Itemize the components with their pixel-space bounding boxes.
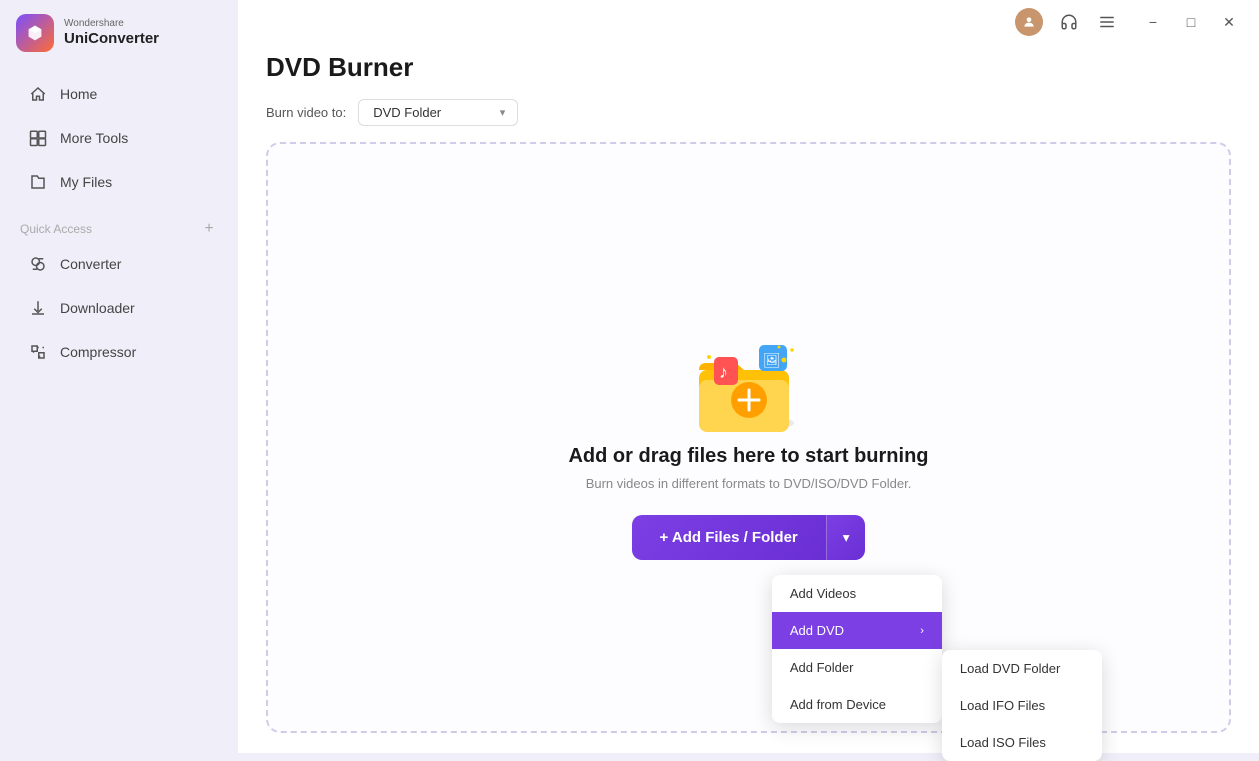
drop-zone-subtext: Burn videos in different formats to DVD/…	[586, 476, 912, 491]
page-title: DVD Burner	[266, 52, 1231, 83]
sidebar-item-my-files[interactable]: My Files	[8, 162, 230, 202]
dropdown-chevron-icon: ▾	[843, 530, 850, 546]
logo-name: UniConverter	[64, 30, 159, 48]
close-button[interactable]: ✕	[1215, 8, 1243, 36]
sidebar-item-compressor[interactable]: Compressor	[8, 332, 230, 372]
dropdown-menu: Add Videos Add DVD › Load DVD Folder Loa…	[772, 575, 942, 723]
quick-access-add-button[interactable]: +	[200, 220, 218, 238]
sidebar-item-home-label: Home	[60, 86, 97, 102]
home-icon	[28, 84, 48, 104]
folder-illustration: ♪ 🖼	[684, 315, 814, 445]
add-button-label: + Add Files / Folder	[660, 529, 798, 546]
add-videos-label: Add Videos	[790, 586, 856, 601]
dropdown-item-add-dvd[interactable]: Add DVD › Load DVD Folder Load IFO Files	[772, 612, 942, 649]
page-content: DVD Burner Burn video to: DVD Folder ▾	[238, 44, 1259, 753]
submenu-item-load-ifo-files[interactable]: Load IFO Files	[942, 687, 1102, 724]
user-icon[interactable]	[1015, 8, 1043, 36]
burn-to-label: Burn video to:	[266, 105, 346, 120]
add-dropdown-button[interactable]: ▾	[826, 515, 866, 560]
sidebar-item-converter[interactable]: Converter	[8, 244, 230, 284]
sidebar-item-my-files-label: My Files	[60, 174, 112, 190]
add-from-device-label: Add from Device	[790, 697, 886, 712]
window-controls: − □ ✕	[1139, 8, 1243, 36]
burn-to-value: DVD Folder	[373, 105, 441, 120]
compressor-icon	[28, 342, 48, 362]
burn-to-select[interactable]: DVD Folder ▾	[358, 99, 518, 126]
load-iso-files-label: Load ISO Files	[960, 735, 1046, 750]
add-dvd-label: Add DVD	[790, 623, 844, 638]
main-content: − □ ✕ DVD Burner Burn video to: DVD Fold…	[238, 0, 1259, 753]
downloader-icon	[28, 298, 48, 318]
drop-zone[interactable]: ♪ 🖼 Add or drag files here to start burn…	[266, 142, 1231, 733]
minimize-button[interactable]: −	[1139, 8, 1167, 36]
sidebar-item-downloader[interactable]: Downloader	[8, 288, 230, 328]
sidebar-item-converter-label: Converter	[60, 256, 121, 272]
app-logo-icon	[16, 14, 54, 52]
submenu-item-load-iso-files[interactable]: Load ISO Files	[942, 724, 1102, 761]
sidebar: Wondershare UniConverter Home More Tools	[0, 0, 238, 753]
drop-zone-heading: Add or drag files here to start burning	[568, 445, 928, 468]
sidebar-item-downloader-label: Downloader	[60, 300, 135, 316]
dropdown-item-add-from-device[interactable]: Add from Device	[772, 686, 942, 723]
tools-icon	[28, 128, 48, 148]
burn-to-row: Burn video to: DVD Folder ▾	[266, 99, 1231, 126]
load-ifo-files-label: Load IFO Files	[960, 698, 1045, 713]
sidebar-item-more-tools[interactable]: More Tools	[8, 118, 230, 158]
sidebar-item-more-tools-label: More Tools	[60, 130, 128, 146]
add-files-folder-button[interactable]: + Add Files / Folder	[632, 515, 826, 560]
menu-icon[interactable]	[1095, 10, 1119, 34]
files-icon	[28, 172, 48, 192]
dropdown-item-add-folder[interactable]: Add Folder	[772, 649, 942, 686]
add-button-group: + Add Files / Folder ▾ Add Videos Add DV…	[632, 515, 866, 560]
svg-text:🖼: 🖼	[763, 352, 781, 368]
logo-brand: Wondershare	[64, 18, 159, 30]
maximize-button[interactable]: □	[1177, 8, 1205, 36]
logo-area: Wondershare UniConverter	[0, 0, 238, 72]
sidebar-item-home[interactable]: Home	[8, 74, 230, 114]
add-folder-label: Add Folder	[790, 660, 854, 675]
sidebar-item-compressor-label: Compressor	[60, 344, 136, 360]
headphones-icon[interactable]	[1057, 10, 1081, 34]
submenu-item-load-dvd-folder[interactable]: Load DVD Folder	[942, 650, 1102, 687]
converter-icon	[28, 254, 48, 274]
svg-text:♪: ♪	[719, 362, 728, 382]
submenu-chevron-icon: ›	[920, 625, 924, 637]
load-dvd-folder-label: Load DVD Folder	[960, 661, 1060, 676]
submenu: Load DVD Folder Load IFO Files Load ISO …	[942, 650, 1102, 761]
logo-text: Wondershare UniConverter	[64, 18, 159, 48]
burn-to-chevron-icon: ▾	[500, 106, 506, 119]
dropdown-item-add-videos[interactable]: Add Videos	[772, 575, 942, 612]
quick-access-header: Quick Access +	[0, 212, 238, 242]
quick-access-label: Quick Access	[20, 222, 92, 236]
titlebar: − □ ✕	[238, 0, 1259, 44]
